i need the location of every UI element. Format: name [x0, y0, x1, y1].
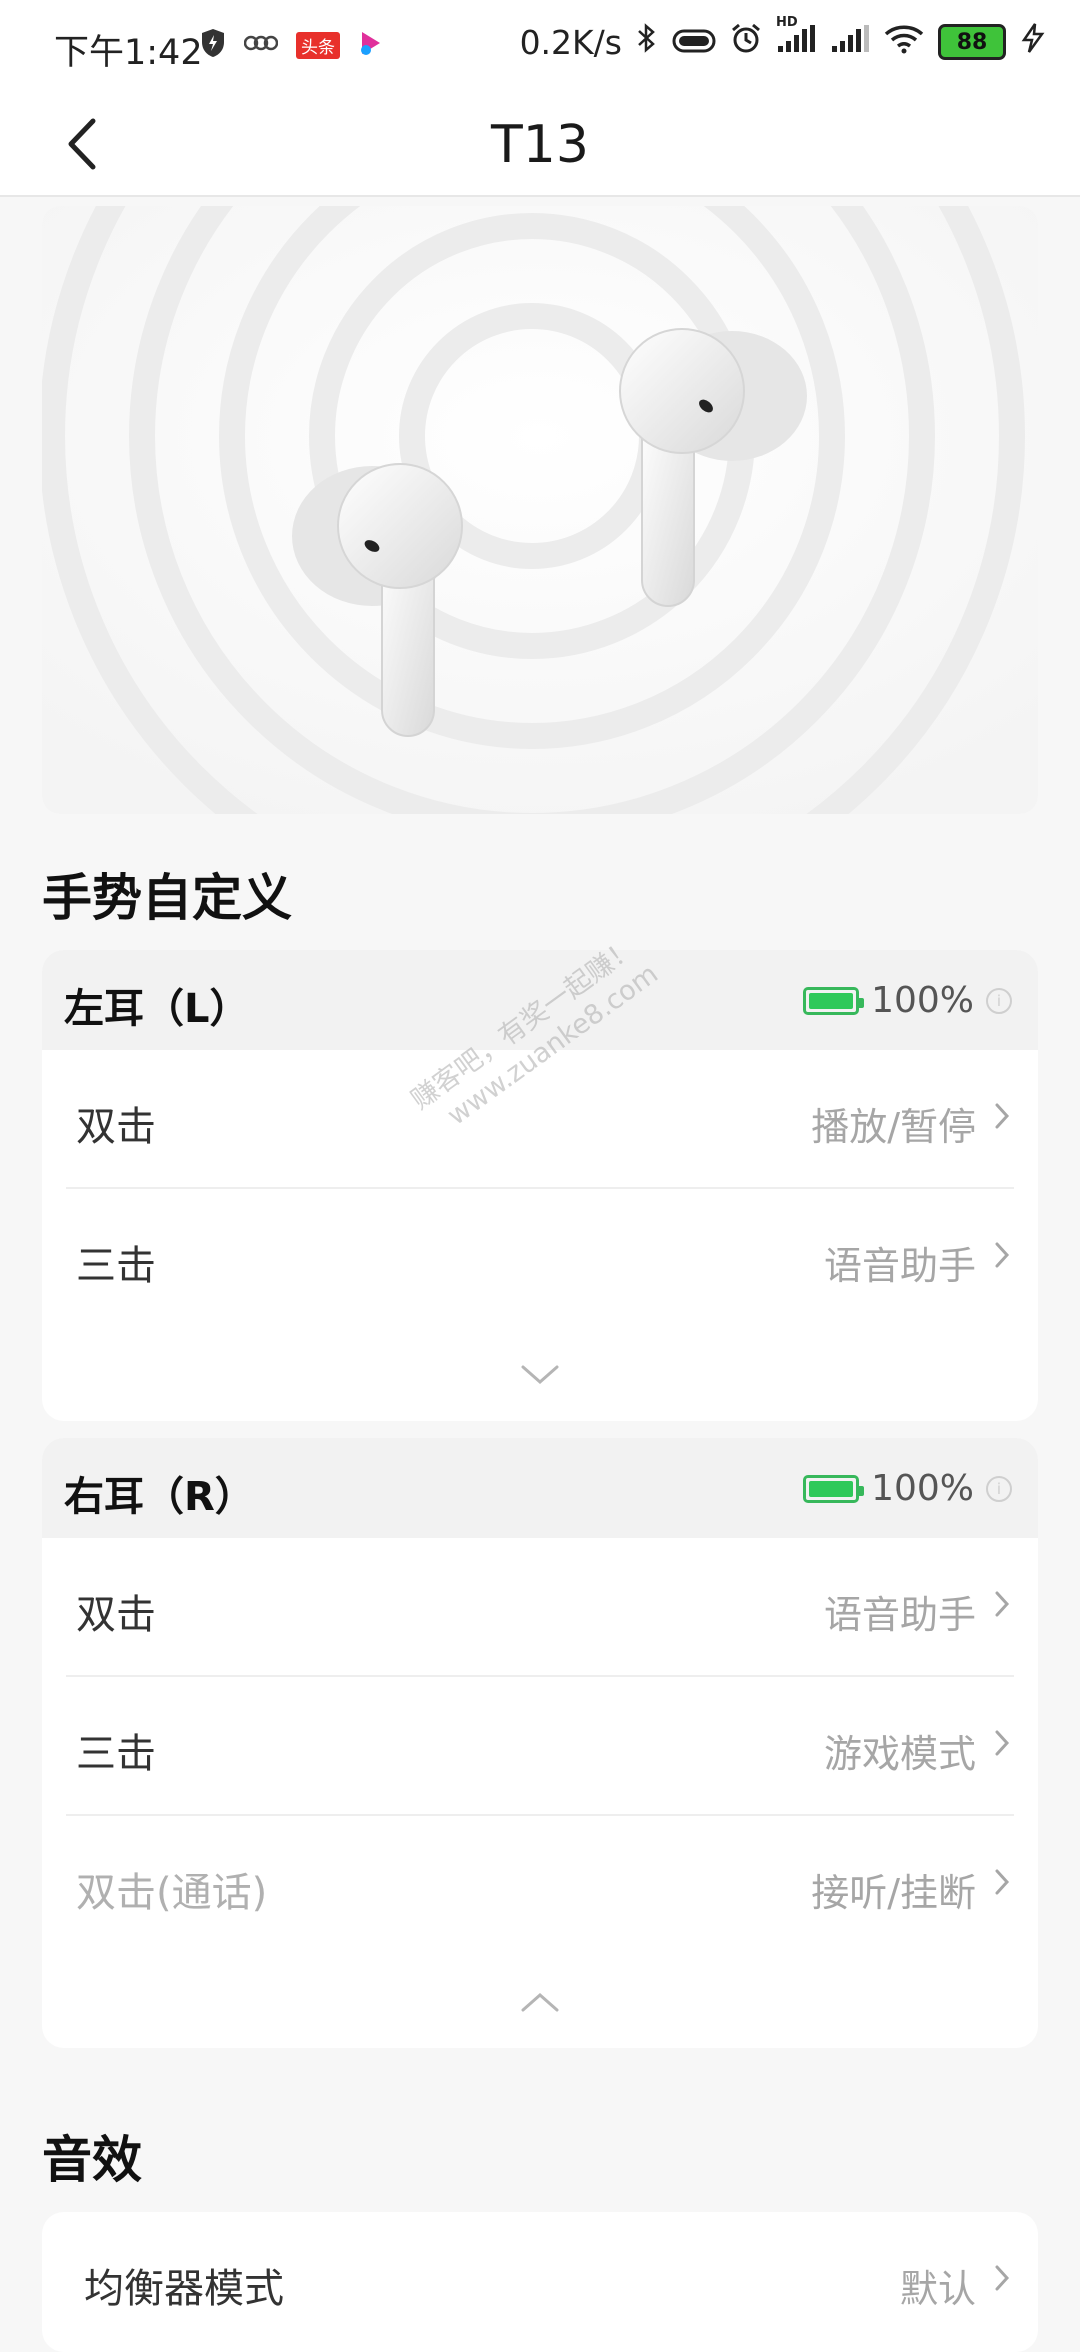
expand-button[interactable] [42, 1328, 1038, 1421]
row-value: 播放/暂停 [811, 1105, 976, 1149]
charging-icon [1020, 22, 1046, 62]
info-icon[interactable]: i [986, 1475, 1012, 1502]
gesture-section-title: 手势自定义 [42, 869, 292, 927]
youku-icon [358, 28, 384, 62]
left-ear-header: 左耳（L） 100% i [42, 950, 1038, 1050]
row-label: 双击(通话) [76, 1870, 268, 1916]
info-icon[interactable]: i [986, 987, 1012, 1014]
equalizer-mode-row[interactable]: 均衡器模式 默认 [42, 2212, 1038, 2351]
row-label: 三击 [76, 1243, 156, 1289]
sound-card: 均衡器模式 默认 [42, 2212, 1038, 2352]
row-value: 默认 [899, 2267, 976, 2311]
row-label: 双击 [76, 1104, 156, 1150]
earbuds-hero-image [42, 206, 1038, 814]
page-title: T13 [491, 115, 589, 175]
signal-icon [830, 23, 870, 62]
left-ear-triple-tap-row[interactable]: 三击 语音助手 [42, 1189, 1038, 1328]
chevron-right-icon [995, 2265, 1010, 2291]
chevron-right-icon [995, 1103, 1010, 1129]
alarm-icon [730, 22, 762, 62]
vibrate-icon [672, 23, 716, 62]
left-ear-battery: 100% i [803, 980, 1012, 1021]
left-ear-double-tap-row[interactable]: 双击 播放/暂停 [42, 1050, 1038, 1189]
row-label: 三击 [76, 1731, 156, 1777]
row-label: 双击 [76, 1592, 156, 1638]
bluetooth-icon [636, 22, 658, 62]
battery-indicator: 88 [938, 24, 1006, 60]
right-ear-header: 右耳（R） 100% i [42, 1438, 1038, 1538]
left-ear-card: 左耳（L） 100% i 双击 播放/暂停 三击 语音助手 [42, 950, 1038, 1421]
signal-hd-icon: HD [776, 15, 816, 62]
row-value: 接听/挂断 [811, 1871, 976, 1915]
top-navbar: T13 [0, 95, 1080, 197]
toutiao-icon: 头条 [296, 31, 340, 59]
row-value: 语音助手 [823, 1244, 976, 1288]
chevron-right-icon [995, 1591, 1010, 1617]
wifi-icon [884, 23, 924, 62]
right-ear-battery-percent: 100% [871, 1468, 974, 1509]
sound-section-title: 音效 [42, 2131, 142, 2189]
row-value: 游戏模式 [823, 1732, 976, 1776]
right-ear-double-tap-row[interactable]: 双击 语音助手 [42, 1538, 1038, 1677]
row-value: 语音助手 [823, 1593, 976, 1637]
network-speed: 0.2K/s [519, 22, 622, 62]
right-ear-battery: 100% i [803, 1468, 1012, 1509]
right-ear-card: 右耳（R） 100% i 双击 语音助手 三击 游戏模式 双击(通话) 接听/挂… [42, 1438, 1038, 2048]
chevron-up-icon [521, 1992, 559, 2011]
status-bar: 下午1:42 头条 0.2K/s HD 88 [0, 0, 1080, 95]
collapse-button[interactable] [42, 1955, 1038, 2048]
left-ear-battery-percent: 100% [871, 980, 974, 1021]
chevron-right-icon [995, 1730, 1010, 1756]
battery-icon [803, 986, 865, 1015]
system-status-icons: 0.2K/s HD 88 [519, 15, 1046, 62]
right-ear-call-double-tap-row[interactable]: 双击(通话) 接听/挂断 [42, 1816, 1038, 1955]
status-time: 下午1:42 [54, 33, 203, 73]
right-ear-triple-tap-row[interactable]: 三击 游戏模式 [42, 1677, 1038, 1816]
chevron-right-icon [995, 1242, 1010, 1268]
right-ear-title: 右耳（R） [64, 1474, 255, 1520]
notification-icons: 头条 [200, 28, 384, 62]
row-label: 均衡器模式 [84, 2266, 284, 2312]
chevron-down-icon [521, 1365, 559, 1384]
battery-icon [803, 1474, 865, 1503]
shield-icon [200, 28, 226, 62]
chevron-right-icon [995, 1869, 1010, 1895]
app-360-icon [243, 33, 279, 57]
left-ear-title: 左耳（L） [64, 986, 250, 1032]
